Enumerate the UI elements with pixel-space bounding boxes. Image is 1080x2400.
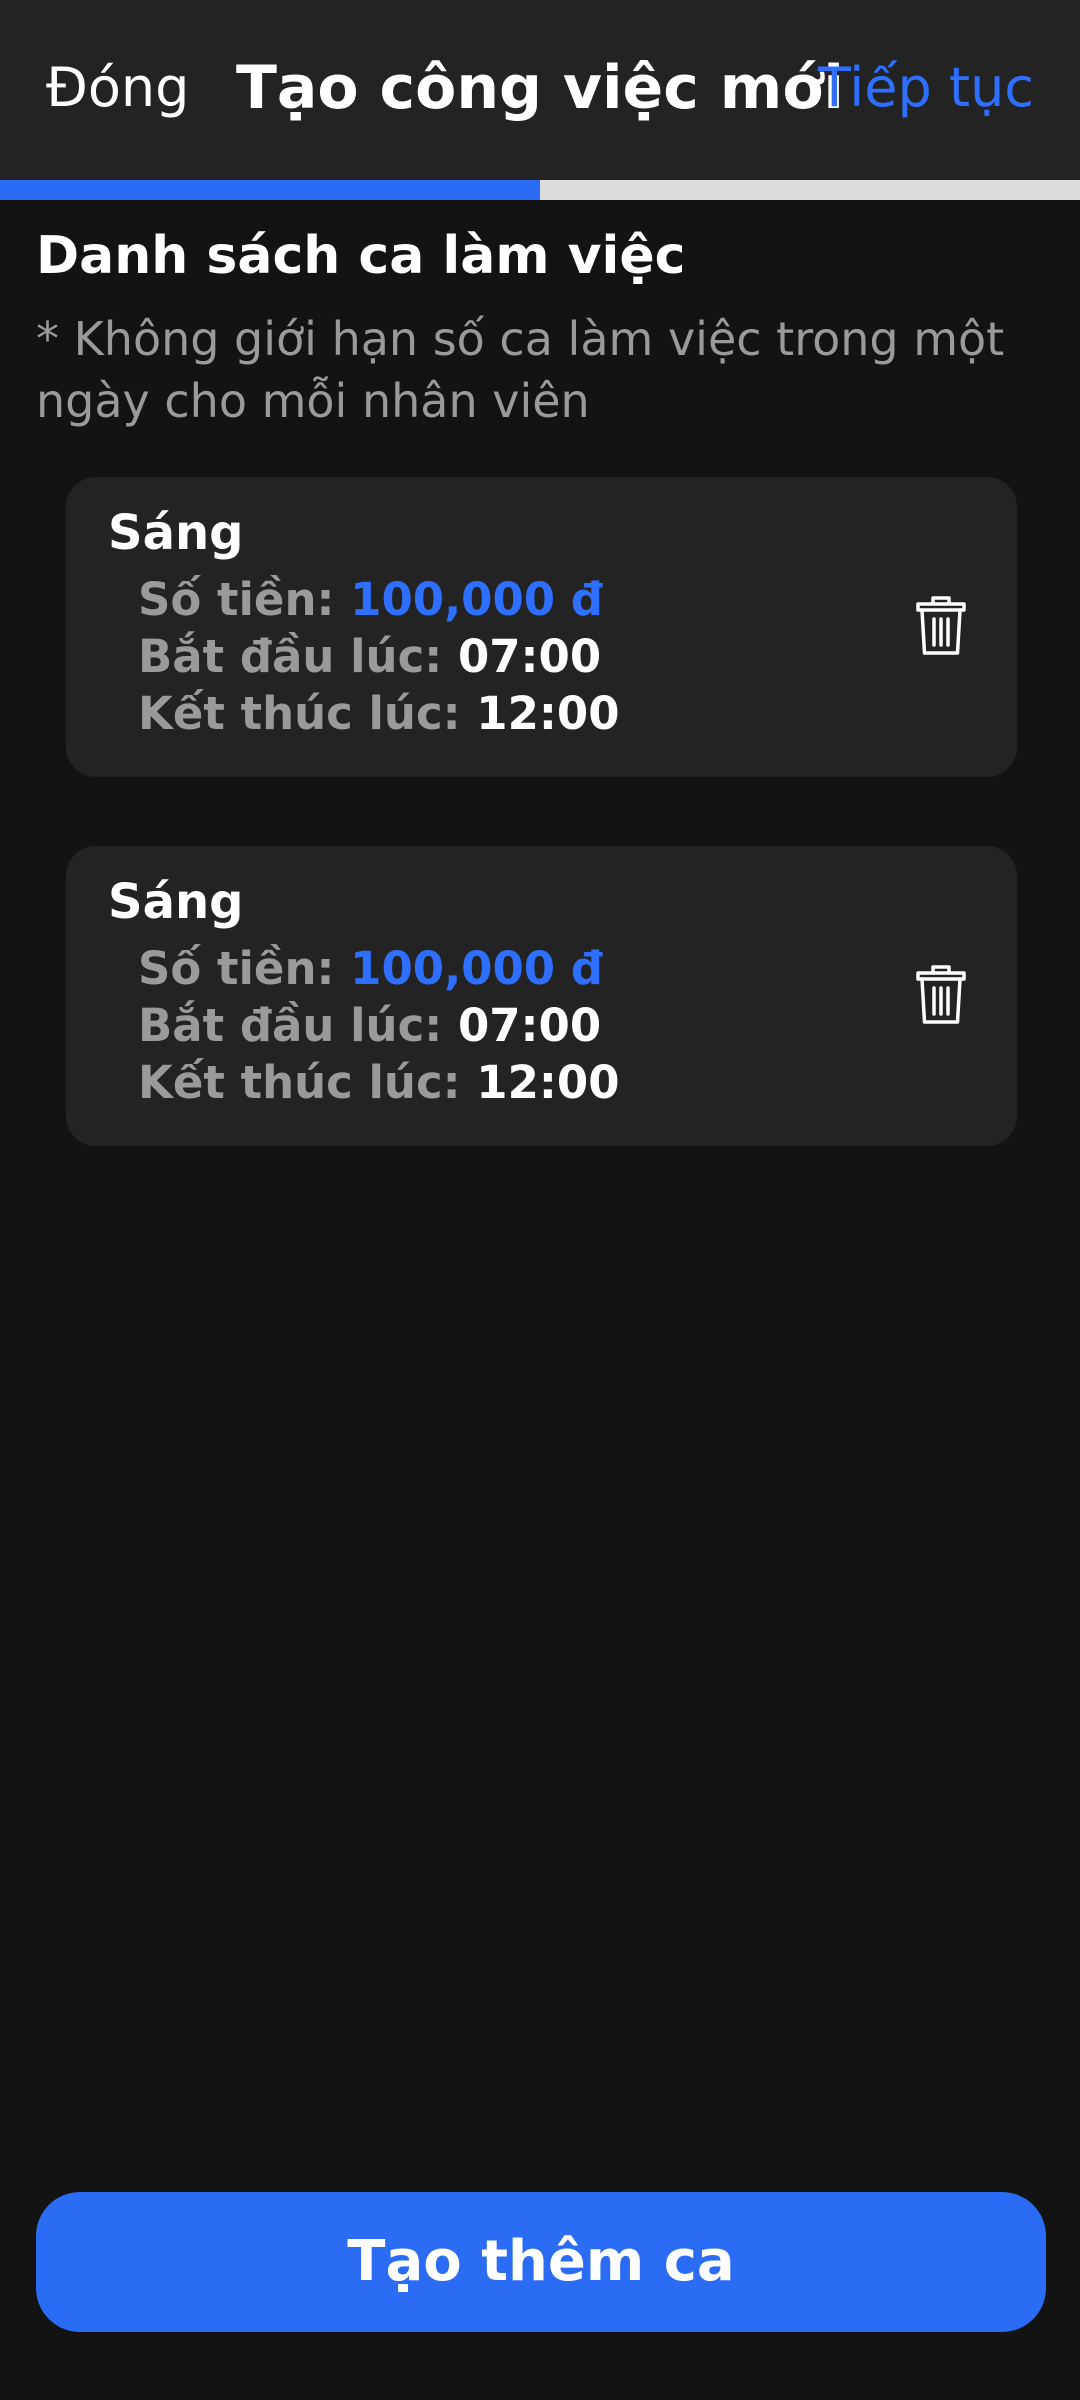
shift-end-value: 12:00 [476, 1056, 620, 1109]
step-progress-bar [0, 180, 1080, 200]
shift-end-value: 12:00 [476, 687, 620, 740]
shift-card: Sáng Số tiền: 100,000 đ Bắt đầu lúc: 07:… [66, 477, 1017, 777]
section-note: * Không giới hạn số ca làm việc trong mộ… [36, 312, 1005, 428]
shift-list: Sáng Số tiền: 100,000 đ Bắt đầu lúc: 07:… [66, 477, 1017, 1215]
step-progress-fill [0, 180, 540, 200]
shift-start-value: 07:00 [457, 630, 602, 683]
shift-amount-label: Số tiền: [138, 573, 335, 626]
shift-amount-row: Số tiền: 100,000 đ [138, 940, 603, 998]
shift-card: Sáng Số tiền: 100,000 đ Bắt đầu lúc: 07:… [66, 846, 1017, 1146]
shift-start-label: Bắt đầu lúc: [138, 999, 443, 1052]
shift-start-row: Bắt đầu lúc: 07:00 [138, 997, 601, 1055]
shift-start-label: Bắt đầu lúc: [138, 630, 443, 683]
shift-start-row: Bắt đầu lúc: 07:00 [138, 628, 601, 686]
trash-icon[interactable] [915, 595, 967, 657]
shift-amount-value: 100,000 đ [350, 942, 603, 995]
trash-icon[interactable] [915, 964, 967, 1026]
shift-end-label: Kết thúc lúc: [138, 1056, 461, 1109]
shift-end-label: Kết thúc lúc: [138, 687, 461, 740]
shift-start-value: 07:00 [457, 999, 602, 1052]
app-header: Đóng Tạo công việc mới Tiếp tục [0, 0, 1080, 180]
shift-name: Sáng [108, 505, 244, 561]
shift-end-row: Kết thúc lúc: 12:00 [138, 1054, 620, 1112]
section-title: Danh sách ca làm việc [36, 226, 686, 286]
shift-end-row: Kết thúc lúc: 12:00 [138, 685, 620, 743]
shift-amount-value: 100,000 đ [350, 573, 603, 626]
continue-button[interactable]: Tiếp tục [818, 52, 1034, 124]
shift-amount-label: Số tiền: [138, 942, 335, 995]
shift-amount-row: Số tiền: 100,000 đ [138, 571, 603, 629]
add-shift-button[interactable]: Tạo thêm ca [36, 2192, 1046, 2332]
shift-name: Sáng [108, 874, 244, 930]
